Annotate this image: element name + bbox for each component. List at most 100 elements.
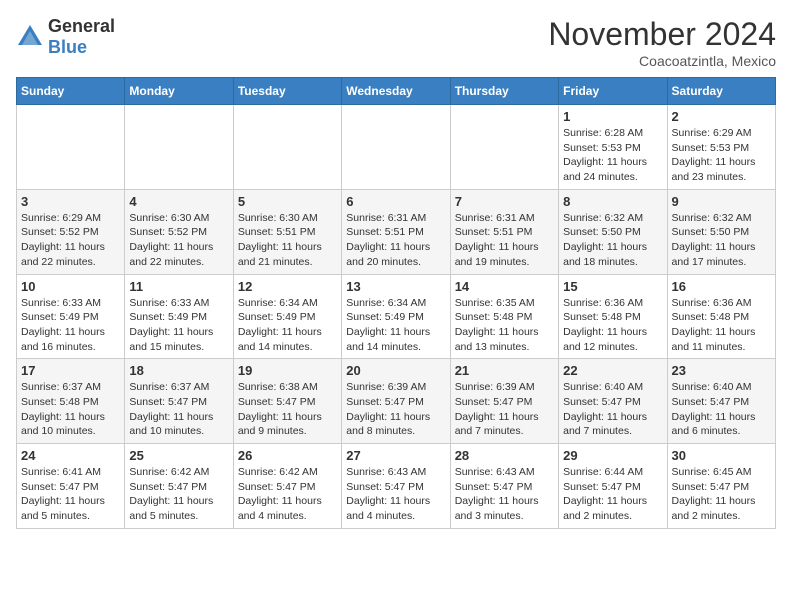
day-info: Sunrise: 6:45 AMSunset: 5:47 PMDaylight:… [672,465,771,524]
calendar-cell: 21Sunrise: 6:39 AMSunset: 5:47 PMDayligh… [450,359,558,444]
calendar-table: SundayMondayTuesdayWednesdayThursdayFrid… [16,77,776,529]
day-header-thursday: Thursday [450,78,558,105]
day-info: Sunrise: 6:29 AMSunset: 5:52 PMDaylight:… [21,211,120,270]
day-number: 1 [563,109,662,124]
day-number: 12 [238,279,337,294]
day-header-wednesday: Wednesday [342,78,450,105]
day-number: 11 [129,279,228,294]
calendar-cell: 23 Sunrise: 6:40 AMSunset: 5:47 PMDayligh… [667,359,775,444]
calendar-cell: 6Sunrise: 6:31 AMSunset: 5:51 PMDaylight… [342,189,450,274]
calendar-cell: 12 Sunrise: 6:34 AMSunset: 5:49 PMDayligh… [233,274,341,359]
calendar-cell [233,105,341,190]
day-info: Sunrise: 6:35 AMSunset: 5:48 PMDaylight:… [455,296,554,355]
day-info: Sunrise: 6:32 AMSunset: 5:50 PMDaylight:… [563,211,662,270]
day-number: 25 [129,448,228,463]
calendar-cell: 25 Sunrise: 6:42 AMSunset: 5:47 PMDayligh… [125,444,233,529]
day-number: 13 [346,279,445,294]
calendar-cell: 2 Sunrise: 6:29 AMSunset: 5:53 PMDaylight… [667,105,775,190]
calendar-cell: 26 Sunrise: 6:42 AMSunset: 5:47 PMDayligh… [233,444,341,529]
calendar-cell: 16Sunrise: 6:36 AMSunset: 5:48 PMDayligh… [667,274,775,359]
day-info: Sunrise: 6:30 AMSunset: 5:52 PMDaylight:… [129,211,228,270]
day-number: 22 [563,363,662,378]
day-number: 18 [129,363,228,378]
calendar-header-row: SundayMondayTuesdayWednesdayThursdayFrid… [17,78,776,105]
month-title: November 2024 [548,16,776,53]
calendar-cell [17,105,125,190]
day-info: Sunrise: 6:41 AMSunset: 5:47 PMDaylight:… [21,465,120,524]
day-info: Sunrise: 6:33 AMSunset: 5:49 PMDaylight:… [129,296,228,355]
calendar-cell: 22 Sunrise: 6:40 AMSunset: 5:47 PMDayligh… [559,359,667,444]
day-info: Sunrise: 6:38 AMSunset: 5:47 PMDaylight:… [238,380,337,439]
calendar-cell: 17Sunrise: 6:37 AMSunset: 5:48 PMDayligh… [17,359,125,444]
calendar-cell: 30Sunrise: 6:45 AMSunset: 5:47 PMDayligh… [667,444,775,529]
day-header-monday: Monday [125,78,233,105]
day-info: Sunrise: 6:33 AMSunset: 5:49 PMDaylight:… [21,296,120,355]
day-info: Sunrise: 6:31 AMSunset: 5:51 PMDaylight:… [455,211,554,270]
day-info: Sunrise: 6:37 AMSunset: 5:48 PMDaylight:… [21,380,120,439]
calendar-cell: 3 Sunrise: 6:29 AMSunset: 5:52 PMDaylight… [17,189,125,274]
day-number: 24 [21,448,120,463]
calendar-cell: 13 Sunrise: 6:34 AMSunset: 5:49 PMDayligh… [342,274,450,359]
day-number: 26 [238,448,337,463]
day-number: 20 [346,363,445,378]
calendar-week-row: 24 Sunrise: 6:41 AMSunset: 5:47 PMDayligh… [17,444,776,529]
day-info: Sunrise: 6:44 AMSunset: 5:47 PMDaylight:… [563,465,662,524]
calendar-cell [450,105,558,190]
day-number: 7 [455,194,554,209]
day-info: Sunrise: 6:43 AMSunset: 5:47 PMDaylight:… [346,465,445,524]
calendar-cell: 9Sunrise: 6:32 AMSunset: 5:50 PMDaylight… [667,189,775,274]
day-info: Sunrise: 6:28 AMSunset: 5:53 PMDaylight:… [563,126,662,185]
calendar-cell: 11 Sunrise: 6:33 AMSunset: 5:49 PMDayligh… [125,274,233,359]
day-number: 16 [672,279,771,294]
logo-blue-text: Blue [48,37,87,57]
day-info: Sunrise: 6:39 AMSunset: 5:47 PMDaylight:… [346,380,445,439]
day-number: 23 [672,363,771,378]
day-number: 14 [455,279,554,294]
day-number: 9 [672,194,771,209]
day-header-friday: Friday [559,78,667,105]
day-info: Sunrise: 6:31 AMSunset: 5:51 PMDaylight:… [346,211,445,270]
day-info: Sunrise: 6:42 AMSunset: 5:47 PMDaylight:… [238,465,337,524]
calendar-cell: 5Sunrise: 6:30 AMSunset: 5:51 PMDaylight… [233,189,341,274]
day-number: 15 [563,279,662,294]
logo-general-text: General [48,16,115,36]
calendar-cell: 10 Sunrise: 6:33 AMSunset: 5:49 PMDayligh… [17,274,125,359]
calendar-cell: 27 Sunrise: 6:43 AMSunset: 5:47 PMDayligh… [342,444,450,529]
calendar-cell: 1 Sunrise: 6:28 AMSunset: 5:53 PMDaylight… [559,105,667,190]
day-info: Sunrise: 6:37 AMSunset: 5:47 PMDaylight:… [129,380,228,439]
calendar-cell [342,105,450,190]
day-number: 3 [21,194,120,209]
day-info: Sunrise: 6:30 AMSunset: 5:51 PMDaylight:… [238,211,337,270]
day-header-tuesday: Tuesday [233,78,341,105]
day-number: 4 [129,194,228,209]
title-block: November 2024 Coacoatzintla, Mexico [548,16,776,69]
day-number: 10 [21,279,120,294]
day-number: 28 [455,448,554,463]
calendar-cell: 19Sunrise: 6:38 AMSunset: 5:47 PMDayligh… [233,359,341,444]
calendar-cell: 29 Sunrise: 6:44 AMSunset: 5:47 PMDayligh… [559,444,667,529]
calendar-cell: 18 Sunrise: 6:37 AMSunset: 5:47 PMDayligh… [125,359,233,444]
day-info: Sunrise: 6:34 AMSunset: 5:49 PMDaylight:… [238,296,337,355]
calendar-week-row: 10 Sunrise: 6:33 AMSunset: 5:49 PMDayligh… [17,274,776,359]
day-info: Sunrise: 6:29 AMSunset: 5:53 PMDaylight:… [672,126,771,185]
day-info: Sunrise: 6:34 AMSunset: 5:49 PMDaylight:… [346,296,445,355]
calendar-cell: 24 Sunrise: 6:41 AMSunset: 5:47 PMDayligh… [17,444,125,529]
calendar-cell: 7 Sunrise: 6:31 AMSunset: 5:51 PMDaylight… [450,189,558,274]
calendar-cell: 8 Sunrise: 6:32 AMSunset: 5:50 PMDaylight… [559,189,667,274]
day-number: 8 [563,194,662,209]
logo-icon [16,23,44,51]
calendar-cell: 20 Sunrise: 6:39 AMSunset: 5:47 PMDayligh… [342,359,450,444]
calendar-cell: 14 Sunrise: 6:35 AMSunset: 5:48 PMDayligh… [450,274,558,359]
day-info: Sunrise: 6:43 AMSunset: 5:47 PMDaylight:… [455,465,554,524]
day-number: 2 [672,109,771,124]
calendar-week-row: 3 Sunrise: 6:29 AMSunset: 5:52 PMDaylight… [17,189,776,274]
logo: General Blue [16,16,115,58]
calendar-week-row: 1 Sunrise: 6:28 AMSunset: 5:53 PMDaylight… [17,105,776,190]
day-info: Sunrise: 6:40 AMSunset: 5:47 PMDaylight:… [672,380,771,439]
day-number: 21 [455,363,554,378]
day-number: 27 [346,448,445,463]
day-info: Sunrise: 6:42 AMSunset: 5:47 PMDaylight:… [129,465,228,524]
calendar-cell: 4 Sunrise: 6:30 AMSunset: 5:52 PMDaylight… [125,189,233,274]
day-number: 29 [563,448,662,463]
day-info: Sunrise: 6:40 AMSunset: 5:47 PMDaylight:… [563,380,662,439]
